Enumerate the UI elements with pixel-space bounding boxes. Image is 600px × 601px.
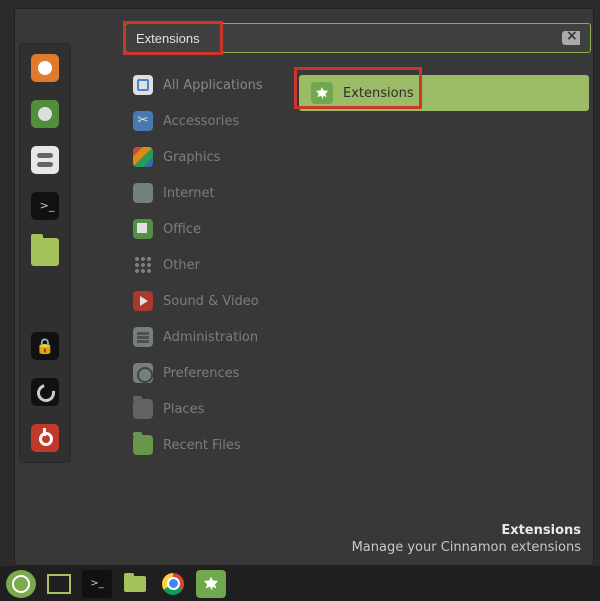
category-label: All Applications [163, 78, 263, 93]
favorite-software-manager[interactable] [31, 100, 59, 128]
clear-search-icon[interactable] [562, 31, 580, 45]
favorite-files[interactable] [31, 238, 59, 266]
scissors-icon [133, 111, 153, 131]
app-description-title: Extensions [352, 522, 581, 540]
search-results: Extensions [299, 75, 589, 111]
category-administration[interactable]: Administration [125, 319, 287, 355]
category-list: All Applications Accessories Graphics In… [125, 67, 287, 463]
category-internet[interactable]: Internet [125, 175, 287, 211]
category-places[interactable]: Places [125, 391, 287, 427]
app-description-subtitle: Manage your Cinnamon extensions [352, 539, 581, 557]
category-accessories[interactable]: Accessories [125, 103, 287, 139]
result-extensions[interactable]: Extensions [299, 75, 589, 111]
category-label: Preferences [163, 366, 239, 381]
taskbar-terminal[interactable] [82, 570, 112, 598]
favorite-system-settings[interactable] [31, 146, 59, 174]
taskbar-extensions[interactable] [196, 570, 226, 598]
taskbar-menu-button[interactable] [6, 570, 36, 598]
category-label: Administration [163, 330, 258, 345]
category-label: Places [163, 402, 204, 417]
category-office[interactable]: Office [125, 211, 287, 247]
puzzle-icon [311, 82, 333, 104]
category-label: Other [163, 258, 200, 273]
app-description: Extensions Manage your Cinnamon extensio… [352, 522, 581, 557]
category-all-applications[interactable]: All Applications [125, 67, 287, 103]
search-bar [125, 23, 591, 53]
favorite-firefox[interactable] [31, 54, 59, 82]
category-sound-video[interactable]: Sound & Video [125, 283, 287, 319]
taskbar-files[interactable] [120, 570, 150, 598]
office-icon [133, 219, 153, 239]
category-all-icon [133, 75, 153, 95]
category-label: Recent Files [163, 438, 241, 453]
graphics-icon [133, 147, 153, 167]
category-label: Accessories [163, 114, 239, 129]
category-label: Sound & Video [163, 294, 259, 309]
category-preferences[interactable]: Preferences [125, 355, 287, 391]
category-graphics[interactable]: Graphics [125, 139, 287, 175]
search-input[interactable] [136, 31, 562, 46]
gear-icon [133, 363, 153, 383]
grid-icon [133, 255, 153, 275]
play-icon [133, 291, 153, 311]
logout-button[interactable] [31, 378, 59, 406]
taskbar-show-desktop[interactable] [44, 570, 74, 598]
category-recent-files[interactable]: Recent Files [125, 427, 287, 463]
favorite-terminal[interactable] [31, 192, 59, 220]
favorites-column [19, 43, 71, 463]
category-label: Graphics [163, 150, 220, 165]
folder-icon [133, 435, 153, 455]
category-label: Office [163, 222, 201, 237]
taskbar [0, 566, 600, 601]
lock-button[interactable] [31, 332, 59, 360]
result-label: Extensions [343, 86, 414, 101]
category-label: Internet [163, 186, 215, 201]
folder-icon [133, 399, 153, 419]
cloud-icon [133, 183, 153, 203]
taskbar-chrome[interactable] [158, 570, 188, 598]
category-other[interactable]: Other [125, 247, 287, 283]
admin-icon [133, 327, 153, 347]
quit-button[interactable] [31, 424, 59, 452]
cinnamon-menu: All Applications Accessories Graphics In… [14, 8, 594, 566]
